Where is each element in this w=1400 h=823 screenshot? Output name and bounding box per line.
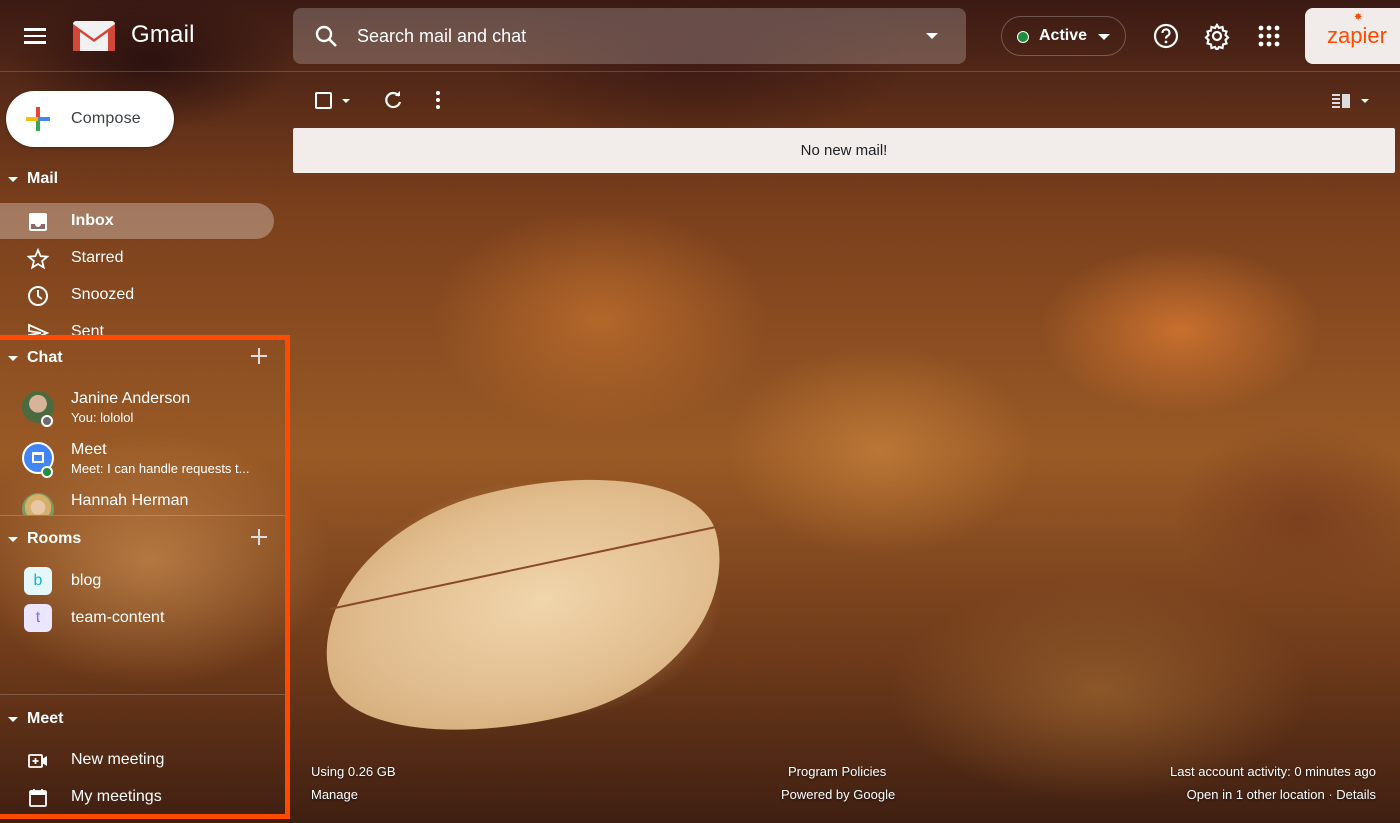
mail-section-title: Mail [27,170,59,187]
search-input[interactable] [357,22,917,50]
meet-item-label: New meeting [71,751,165,768]
chat-snippet: Meet: I can handle requests t... [71,461,250,476]
program-policies-link[interactable]: Program Policies [788,764,886,779]
menu-icon [24,28,46,31]
caret-down-icon [8,537,18,542]
storage-usage: Using 0.26 GB [311,764,396,779]
gmail-logo[interactable] [72,20,116,52]
background-leaf [295,441,751,770]
zapier-logo: zapier [1327,23,1387,48]
sidebar-item-label: Starred [71,249,124,266]
clock-icon [28,286,48,306]
select-options-caret-icon[interactable] [342,99,350,103]
meet-item-my-meetings[interactable]: My meetings [0,779,274,815]
zapier-account-button[interactable]: ✸ zapier [1305,8,1400,64]
app-name: Gmail [131,21,195,48]
room-name: team-content [71,609,165,626]
room-initial-icon: b [24,567,52,595]
status-dropdown[interactable]: Active [1001,16,1126,56]
caret-down-icon [8,717,18,722]
calendar-icon [29,789,47,807]
presence-away-icon [41,415,53,427]
sidebar-item-starred[interactable]: Starred [0,240,274,276]
help-icon[interactable] [1152,22,1180,50]
apps-icon[interactable] [1255,22,1283,50]
chat-item-meet[interactable]: Meet Meet: I can handle requests t... [0,437,285,487]
meet-item-new-meeting[interactable]: New meeting [0,742,274,778]
caret-down-icon [8,356,18,361]
activity-details-link[interactable]: Open in 1 other location · Details [1187,787,1376,802]
presence-online-icon [41,466,53,478]
add-room-plus-icon[interactable] [248,526,270,548]
refresh-icon[interactable] [381,88,405,112]
search-options-icon[interactable] [926,33,938,39]
section-divider [0,515,290,516]
chat-name: Hannah Herman [71,492,189,509]
top-header: Gmail Active ✸ zapier [0,0,1400,72]
meet-item-label: My meetings [71,788,162,805]
search-bar[interactable] [293,8,966,64]
sidebar-item-inbox[interactable]: Inbox [0,203,274,239]
compose-plus-icon [26,107,50,131]
chat-section-title: Chat [27,349,63,366]
room-name: blog [71,572,102,589]
section-divider [0,694,290,695]
room-item-team-content[interactable]: t team-content [0,600,285,636]
powered-by-google: Powered by Google [781,787,896,802]
meet-section-title: Meet [27,710,64,727]
sidebar-item-label: Sent [71,323,104,336]
send-icon [28,323,49,336]
room-initial-icon: t [24,604,52,632]
sidebar-item-label: Inbox [71,212,114,229]
room-item-blog[interactable]: b blog [0,563,285,599]
status-label: Active [1039,27,1088,44]
search-icon[interactable] [313,23,339,49]
status-indicator [1017,31,1029,43]
chat-section-toggle[interactable]: Chat [0,344,280,374]
meet-section-toggle[interactable]: Meet [0,705,280,735]
calendar-icon [32,452,44,463]
split-pane-options-caret-icon[interactable] [1361,99,1369,103]
compose-label: Compose [71,110,141,127]
chat-name: Meet [71,441,107,458]
split-pane-toggle-icon[interactable] [1331,88,1353,112]
chat-name: Janine Anderson [71,390,191,407]
chevron-down-icon [1098,34,1110,40]
inbox-icon [29,213,47,231]
avatar [22,493,54,515]
empty-inbox-message: No new mail! [800,142,888,159]
rooms-section-title: Rooms [27,530,82,547]
chat-item-hannah-herman[interactable]: Hannah Herman [0,488,285,515]
rooms-section-toggle[interactable]: Rooms [0,525,280,555]
sidebar-item-label: Snoozed [71,286,135,303]
manage-storage-link[interactable]: Manage [311,787,358,802]
compose-button[interactable]: Compose [6,91,174,147]
chat-item-janine-anderson[interactable]: Janine Anderson You: lololol [0,386,285,436]
main-menu-button[interactable] [24,24,52,48]
caret-down-icon [8,177,18,182]
select-all-checkbox[interactable] [315,92,332,109]
settings-icon[interactable] [1203,22,1231,50]
sidebar-item-snoozed[interactable]: Snoozed [0,277,274,313]
start-chat-plus-icon[interactable] [248,345,270,367]
empty-inbox-banner: No new mail! [293,128,1395,173]
more-options-icon[interactable] [428,88,448,112]
zapier-asterisk-icon: ✸ [1354,12,1363,23]
video-add-icon [28,754,47,768]
chat-snippet: You: lololol [71,410,134,425]
mail-section-toggle[interactable]: Mail [0,165,280,195]
star-icon [27,248,49,270]
sidebar-item-sent[interactable]: Sent [0,314,274,336]
last-account-activity: Last account activity: 0 minutes ago [1170,764,1376,779]
